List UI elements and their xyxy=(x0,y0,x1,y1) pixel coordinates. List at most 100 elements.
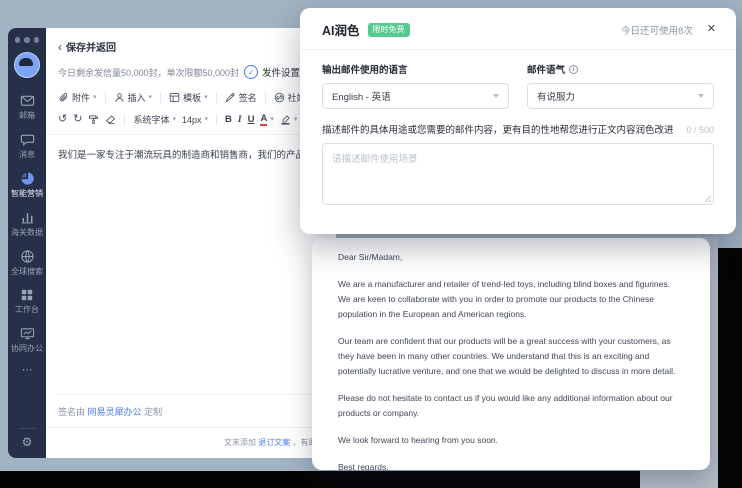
template-button[interactable]: 模板 ▾ xyxy=(169,91,208,104)
desktop-black-band xyxy=(718,248,742,488)
paperclip-icon xyxy=(58,92,69,103)
chevron-down-icon: ▾ xyxy=(204,94,208,101)
tone-label: 邮件语气 xyxy=(527,62,565,76)
signature-note: 签名由 网易灵犀办公 定制 xyxy=(58,405,162,418)
toolbar-separator xyxy=(124,114,125,125)
user-avatar[interactable] xyxy=(14,52,40,78)
dialog-header: AI润色 限时免费 今日还可使用8次 ✕ xyxy=(300,8,736,50)
description-text: 描述邮件的具体用途或您需要的邮件内容，更有目的性地帮您进行正文内容润色改进 xyxy=(322,122,674,136)
pen-icon xyxy=(225,92,236,103)
signature-prefix: 签名由 xyxy=(58,407,85,417)
check-glyph: ✓ xyxy=(248,68,254,77)
compose-body-text[interactable]: 我们是一家专注于潮流玩具的制造商和销售商，我们的产品线包括盲盒、 xyxy=(58,147,324,161)
more-icon: ⋯ xyxy=(22,364,33,376)
sidebar-item-workbench[interactable]: 工作台 xyxy=(8,288,46,315)
scenario-textarea-wrap xyxy=(322,143,714,205)
window-controls[interactable] xyxy=(15,37,40,43)
attachment-label: 附件 xyxy=(72,91,90,104)
description-row: 描述邮件的具体用途或您需要的邮件内容，更有目的性地帮您进行正文内容润色改进 0 … xyxy=(322,122,714,136)
app-sidebar: 邮箱 消息 智能营销 海关数据 全球搜索 工作台 xyxy=(8,28,46,458)
save-and-return-label: 保存并返回 xyxy=(66,39,116,54)
compose-toolbar-primary: 附件 ▾ 插入 ▾ 模板 ▾ 签名 社媒链接 xyxy=(46,91,336,104)
sidebar-item-collab-office[interactable]: 协同办公 xyxy=(8,326,46,354)
scenario-textarea[interactable] xyxy=(323,144,713,204)
monitor-icon xyxy=(20,326,35,341)
bold-button[interactable]: B xyxy=(225,114,232,125)
bar-chart-icon xyxy=(20,210,35,225)
email-paragraph: Best regards, xyxy=(338,460,684,470)
info-icon[interactable]: i xyxy=(569,65,578,74)
format-painter-button[interactable] xyxy=(88,114,99,125)
template-icon xyxy=(169,92,180,103)
chevron-left-icon: ‹ xyxy=(58,42,62,52)
caret-down-icon xyxy=(698,94,704,98)
sidebar-item-customs-data[interactable]: 海关数据 xyxy=(8,210,46,238)
language-select[interactable]: English - 英语 xyxy=(322,83,509,109)
desktop-black-strip xyxy=(0,471,742,488)
sidebar-item-label: 全球搜索 xyxy=(11,266,43,277)
attachment-button[interactable]: 附件 ▾ xyxy=(58,91,97,104)
window-dot-icon[interactable] xyxy=(34,37,40,43)
toolbar-separator xyxy=(216,92,217,103)
font-size-select[interactable]: 14px ▾ xyxy=(182,115,208,125)
underline-button[interactable]: U xyxy=(248,114,255,125)
template-label: 模板 xyxy=(183,91,201,104)
sidebar-item-messages[interactable]: 消息 xyxy=(8,132,46,160)
language-label: 输出邮件使用的语言 xyxy=(322,62,509,76)
italic-button[interactable]: I xyxy=(238,115,242,125)
font-color-glyph: A xyxy=(260,114,267,126)
grid-icon xyxy=(20,288,34,302)
redo-button[interactable]: ↻ xyxy=(73,114,82,125)
insert-button[interactable]: 插入 ▾ xyxy=(114,91,153,104)
tone-select[interactable]: 有说服力 xyxy=(527,83,714,109)
signature-button[interactable]: 签名 xyxy=(225,91,257,104)
undo-button[interactable]: ↺ xyxy=(58,114,67,125)
email-paragraph: Please do not hesitate to contact us if … xyxy=(338,391,684,421)
font-family-select[interactable]: 系统字体 ▾ xyxy=(133,113,176,126)
sidebar-item-smart-marketing[interactable]: 智能营销 xyxy=(8,171,46,199)
window-dot-icon[interactable] xyxy=(24,37,30,43)
sidebar-item-label: 邮箱 xyxy=(19,110,35,121)
unsubscribe-link[interactable]: 退订文案 xyxy=(258,438,290,447)
email-content-card: Dear Sir/Madam, We are a manufacturer an… xyxy=(312,238,710,470)
limited-free-badge: 限时免费 xyxy=(368,23,410,37)
tone-value: 有说服力 xyxy=(537,89,575,103)
sidebar-nav: 邮箱 消息 智能营销 海关数据 全球搜索 工作台 xyxy=(8,93,46,374)
sidebar-item-mail[interactable]: 邮箱 xyxy=(8,93,46,121)
close-button[interactable]: ✕ xyxy=(707,24,716,35)
email-paragraph: We are a manufacturer and retailer of tr… xyxy=(338,277,684,322)
highlight-color-button[interactable]: ▾ xyxy=(280,114,298,125)
sidebar-bottom: ⚙ xyxy=(8,428,46,458)
tone-label-row: 邮件语气 i xyxy=(527,62,714,76)
globe-icon xyxy=(20,249,35,264)
settings-button[interactable]: ⚙ xyxy=(22,436,33,448)
email-body[interactable]: Dear Sir/Madam, We are a manufacturer an… xyxy=(312,238,710,470)
sidebar-more-button[interactable]: ⋯ xyxy=(22,366,33,374)
highlighter-icon xyxy=(280,114,291,125)
language-field: 输出邮件使用的语言 English - 英语 xyxy=(322,62,509,109)
ai-polish-dialog: AI润色 限时免费 今日还可使用8次 ✕ 输出邮件使用的语言 English -… xyxy=(300,8,736,234)
char-counter: 0 / 500 xyxy=(678,125,714,135)
check-circle-icon: ✓ xyxy=(244,65,258,79)
sidebar-item-label: 智能营销 xyxy=(11,188,43,199)
person-icon xyxy=(114,92,125,103)
gear-icon: ⚙ xyxy=(22,435,33,449)
signature-brand-link[interactable]: 网易灵犀办公 xyxy=(88,407,142,417)
font-color-button[interactable]: A ▾ xyxy=(260,114,273,126)
save-and-return-button[interactable]: ‹ 保存并返回 xyxy=(46,28,336,54)
toolbar-separator xyxy=(105,92,106,103)
pie-chart-icon xyxy=(20,171,35,186)
toolbar-separator xyxy=(265,92,266,103)
dialog-form: 输出邮件使用的语言 English - 英语 邮件语气 i 有说服力 xyxy=(322,62,714,109)
window-dot-icon[interactable] xyxy=(15,37,21,43)
sidebar-item-label: 工作台 xyxy=(15,304,39,315)
eraser-icon xyxy=(105,114,116,125)
email-paragraph: Dear Sir/Madam, xyxy=(338,250,684,265)
divider xyxy=(46,427,336,428)
caret-down-icon xyxy=(493,94,499,98)
email-paragraph: We look forward to hearing from you soon… xyxy=(338,433,684,448)
sidebar-item-global-search[interactable]: 全球搜索 xyxy=(8,249,46,277)
clear-format-button[interactable] xyxy=(105,114,116,125)
chat-icon xyxy=(20,132,35,147)
sidebar-item-label: 协同办公 xyxy=(11,343,43,354)
